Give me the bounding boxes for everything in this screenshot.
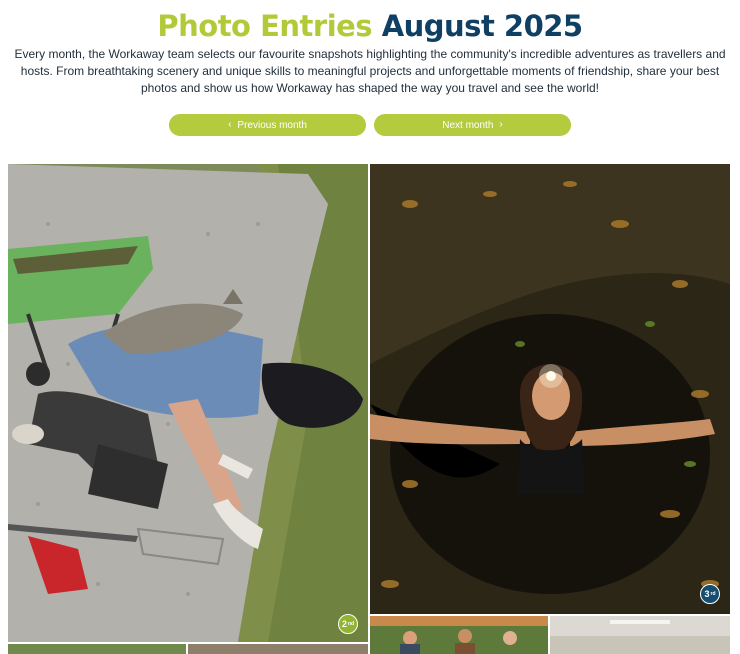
photo-entry-indoor[interactable] xyxy=(550,616,730,654)
photo-partial-1-image xyxy=(8,644,186,654)
title-highlight: Photo Entries xyxy=(157,9,373,43)
rank-badge-2: 2nd xyxy=(338,614,358,634)
photo-partial-2-image xyxy=(188,644,368,654)
photo-entry-gardener[interactable]: 2nd xyxy=(8,164,368,642)
previous-month-button[interactable]: ‹ Previous month xyxy=(169,114,366,136)
rank-badge-3: 3rd xyxy=(700,584,720,604)
next-month-label: Next month xyxy=(442,119,494,131)
photo-entry-partial-1[interactable] xyxy=(8,644,186,654)
photo-cave-image xyxy=(370,164,730,614)
photo-gardener-image xyxy=(8,164,368,642)
photo-indoor-image xyxy=(550,616,730,654)
next-month-button[interactable]: Next month › xyxy=(374,114,571,136)
intro-text: Every month, the Workaway team selects o… xyxy=(14,47,726,95)
chevron-left-icon: ‹ xyxy=(228,119,232,130)
previous-month-label: Previous month xyxy=(237,119,307,131)
photo-entry-partial-2[interactable] xyxy=(188,644,368,654)
chevron-right-icon: › xyxy=(499,119,503,130)
page-title: Photo Entries August 2025 xyxy=(0,9,740,43)
photo-entry-cave[interactable]: 3rd xyxy=(370,164,730,614)
photo-group-image xyxy=(370,616,548,654)
title-month: August 2025 xyxy=(381,9,583,43)
photo-entry-group[interactable] xyxy=(370,616,548,654)
